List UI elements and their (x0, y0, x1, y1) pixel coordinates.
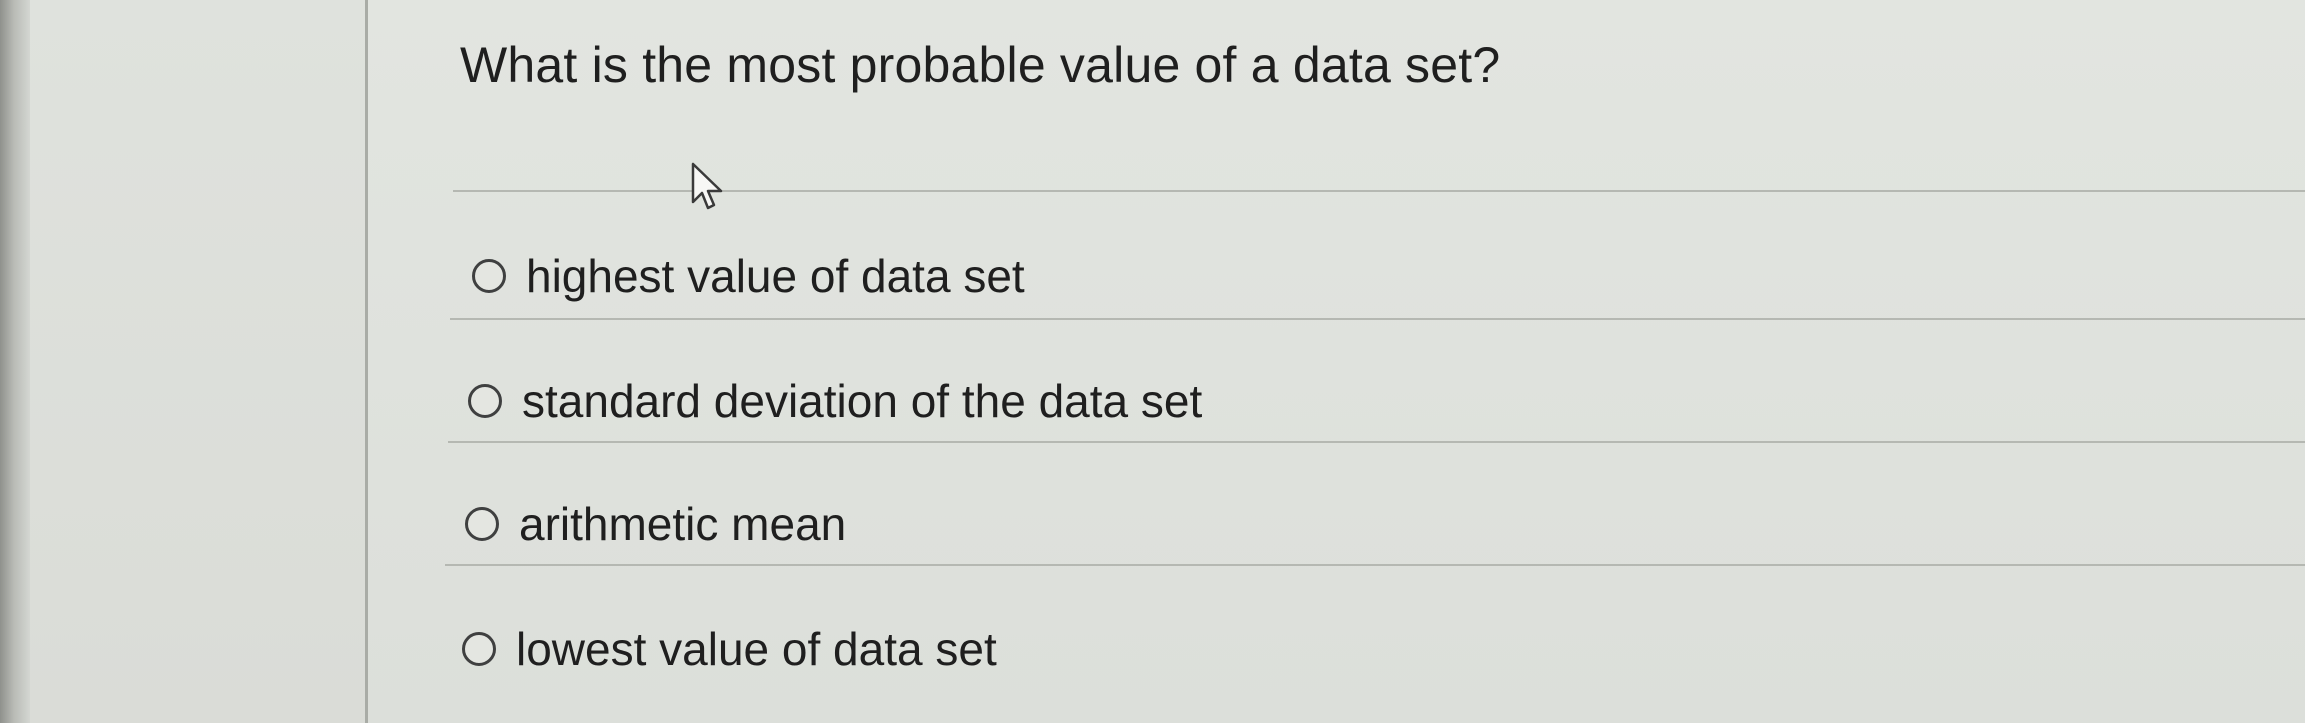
question-text: What is the most probable value of a dat… (460, 37, 1501, 93)
answer-option-3[interactable]: arithmetic mean (465, 497, 846, 551)
answer-option-1[interactable]: highest value of data set (472, 249, 1025, 303)
divider (450, 318, 2305, 320)
answer-option-2[interactable]: standard deviation of the data set (468, 374, 1202, 428)
radio-button[interactable] (465, 507, 499, 541)
answer-option-4[interactable]: lowest value of data set (462, 622, 997, 676)
divider (448, 441, 2305, 443)
option-label: highest value of data set (526, 250, 1025, 302)
question-panel: What is the most probable value of a dat… (368, 0, 2305, 723)
left-panel (30, 0, 368, 723)
quiz-screen: What is the most probable value of a dat… (0, 0, 2305, 723)
divider (453, 190, 2305, 192)
divider (445, 564, 2305, 566)
arrow-cursor-icon (691, 162, 723, 210)
radio-button[interactable] (472, 259, 506, 293)
radio-button[interactable] (462, 632, 496, 666)
option-label: arithmetic mean (519, 498, 847, 550)
option-label: lowest value of data set (516, 623, 997, 675)
radio-button[interactable] (468, 384, 502, 418)
option-label: standard deviation of the data set (522, 375, 1203, 427)
